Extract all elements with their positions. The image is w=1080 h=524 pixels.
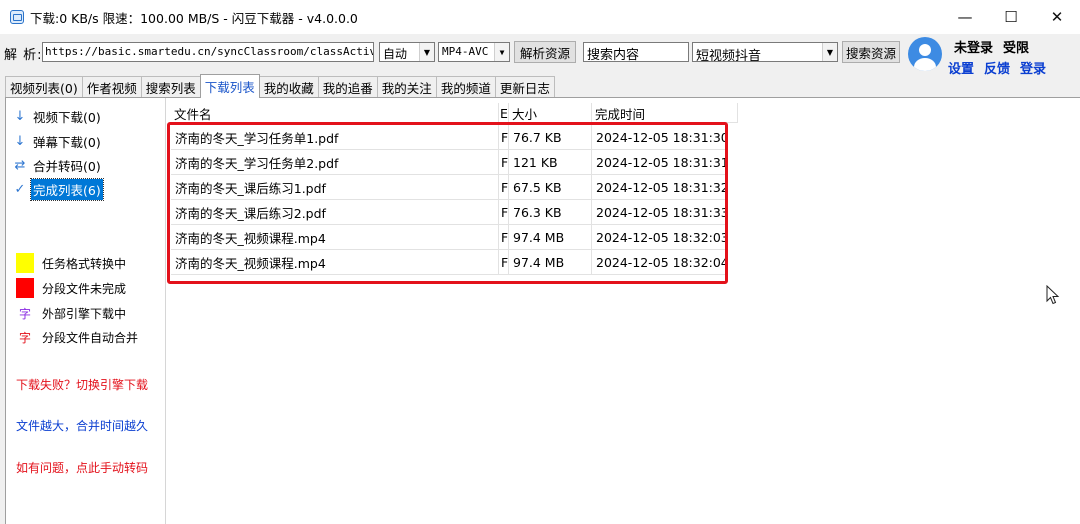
title-bar: 下载:0 KB/s 限速：100.00 MB/S - 闪豆下载器 - v4.0.… [0, 0, 1080, 34]
tab-following[interactable]: 我的关注 [376, 76, 437, 97]
chevron-down-icon: ▼ [822, 43, 837, 61]
tree-item-label: 视频下载(0) [33, 109, 101, 125]
switch-engine-link[interactable]: 下载失败？切换引擎下载 [16, 376, 148, 393]
check-icon: ✓ [14, 181, 26, 197]
format-select[interactable]: MP4-AVC ▼ [438, 42, 510, 62]
down-arrow-icon: ↓ [14, 133, 26, 149]
down-arrow-icon: ↓ [14, 108, 26, 124]
column-finish-time[interactable]: 完成时间 [592, 103, 738, 123]
column-e[interactable]: E [499, 103, 509, 123]
settings-link[interactable]: 设置 [948, 58, 974, 77]
tab-author-videos[interactable]: 作者视频 [81, 76, 142, 97]
login-status: 未登录 [954, 41, 994, 56]
minimize-button[interactable]: — [942, 0, 988, 34]
tree-item-danmaku-download[interactable]: ↓ 弹幕下载(0) [12, 131, 103, 151]
avatar-icon[interactable] [908, 37, 942, 71]
parse-label: 解 析: [4, 48, 43, 63]
platform-select[interactable]: 短视频抖音 ▼ [692, 42, 838, 62]
tree-item-label: 合并转码(0) [33, 158, 101, 174]
mouse-cursor-icon [1046, 285, 1060, 305]
window-controls: — ☐ ✕ [942, 0, 1080, 34]
tree-item-merge-transcode[interactable]: ⇄ 合并转码(0) [12, 155, 103, 175]
parse-button[interactable]: 解析资源 [514, 41, 576, 63]
char-glyph-icon: 字 [18, 306, 31, 321]
legend-incomplete: 分段文件未完成 [16, 278, 126, 298]
tab-favorites[interactable]: 我的收藏 [258, 76, 319, 97]
search-button[interactable]: 搜索资源 [842, 41, 900, 63]
column-filename[interactable]: 文件名 [171, 103, 499, 123]
tree-item-completed[interactable]: ✓ 完成列表(6) [12, 177, 104, 201]
search-input[interactable]: 搜索内容 [583, 42, 689, 63]
tab-video-list[interactable]: 视频列表(0) [5, 76, 83, 97]
limit-status: 受限 [1003, 41, 1030, 56]
app-icon [10, 10, 24, 24]
quality-select[interactable]: 自动 ▼ [379, 42, 435, 62]
char-glyph-icon: 字 [18, 330, 31, 345]
merge-time-note: 文件越大，合并时间越久 [16, 419, 149, 433]
platform-value: 短视频抖音 [696, 49, 762, 62]
tab-channels[interactable]: 我的频道 [435, 76, 496, 97]
highlight-annotation [167, 122, 728, 284]
tree-item-label: 弹幕下载(0) [33, 134, 101, 150]
main-tabs: 视频列表(0) 作者视频 搜索列表 下载列表 我的收藏 我的追番 我的关注 我的… [5, 74, 555, 98]
tab-search-list[interactable]: 搜索列表 [140, 76, 201, 97]
feedback-link[interactable]: 反馈 [984, 58, 1010, 77]
tree-item-label: 完成列表(6) [30, 177, 104, 201]
red-swatch-icon [16, 278, 34, 298]
tab-changelog[interactable]: 更新日志 [494, 76, 555, 97]
legend-auto-merge: 字 分段文件自动合并 [16, 327, 138, 347]
yellow-swatch-icon [16, 253, 34, 273]
login-link[interactable]: 登录 [1020, 58, 1046, 77]
legend-converting: 任务格式转换中 [16, 253, 126, 273]
manual-transcode-link[interactable]: 如有问题，点此手动转码 [16, 459, 148, 476]
swap-arrows-icon: ⇄ [14, 157, 26, 173]
quality-value: 自动 [383, 47, 408, 61]
url-input[interactable]: https://basic.smartedu.cn/syncClassroom/… [42, 42, 374, 62]
download-tree: ↓ 视频下载(0) ↓ 弹幕下载(0) ⇄ 合并转码(0) ✓ 完成列表(6) … [6, 98, 166, 524]
list-header: 文件名 E 大小 完成时间 [171, 103, 738, 123]
format-value: MP4-AVC [442, 45, 489, 58]
tab-following-series[interactable]: 我的追番 [317, 76, 378, 97]
window-title: 下载:0 KB/s 限速：100.00 MB/S - 闪豆下载器 - v4.0.… [30, 10, 358, 26]
legend-external-engine: 字 外部引擎下载中 [16, 303, 126, 323]
maximize-button[interactable]: ☐ [988, 0, 1034, 34]
tree-item-video-download[interactable]: ↓ 视频下载(0) [12, 106, 103, 126]
close-button[interactable]: ✕ [1034, 0, 1080, 34]
column-size[interactable]: 大小 [509, 103, 592, 123]
chevron-down-icon: ▼ [494, 43, 509, 61]
chevron-down-icon: ▼ [419, 43, 434, 61]
tab-download-list[interactable]: 下载列表 [199, 74, 260, 98]
parse-toolbar: 解 析: https://basic.smartedu.cn/syncClass… [0, 40, 910, 64]
app-window: 下载:0 KB/s 限速：100.00 MB/S - 闪豆下载器 - v4.0.… [0, 0, 1080, 524]
